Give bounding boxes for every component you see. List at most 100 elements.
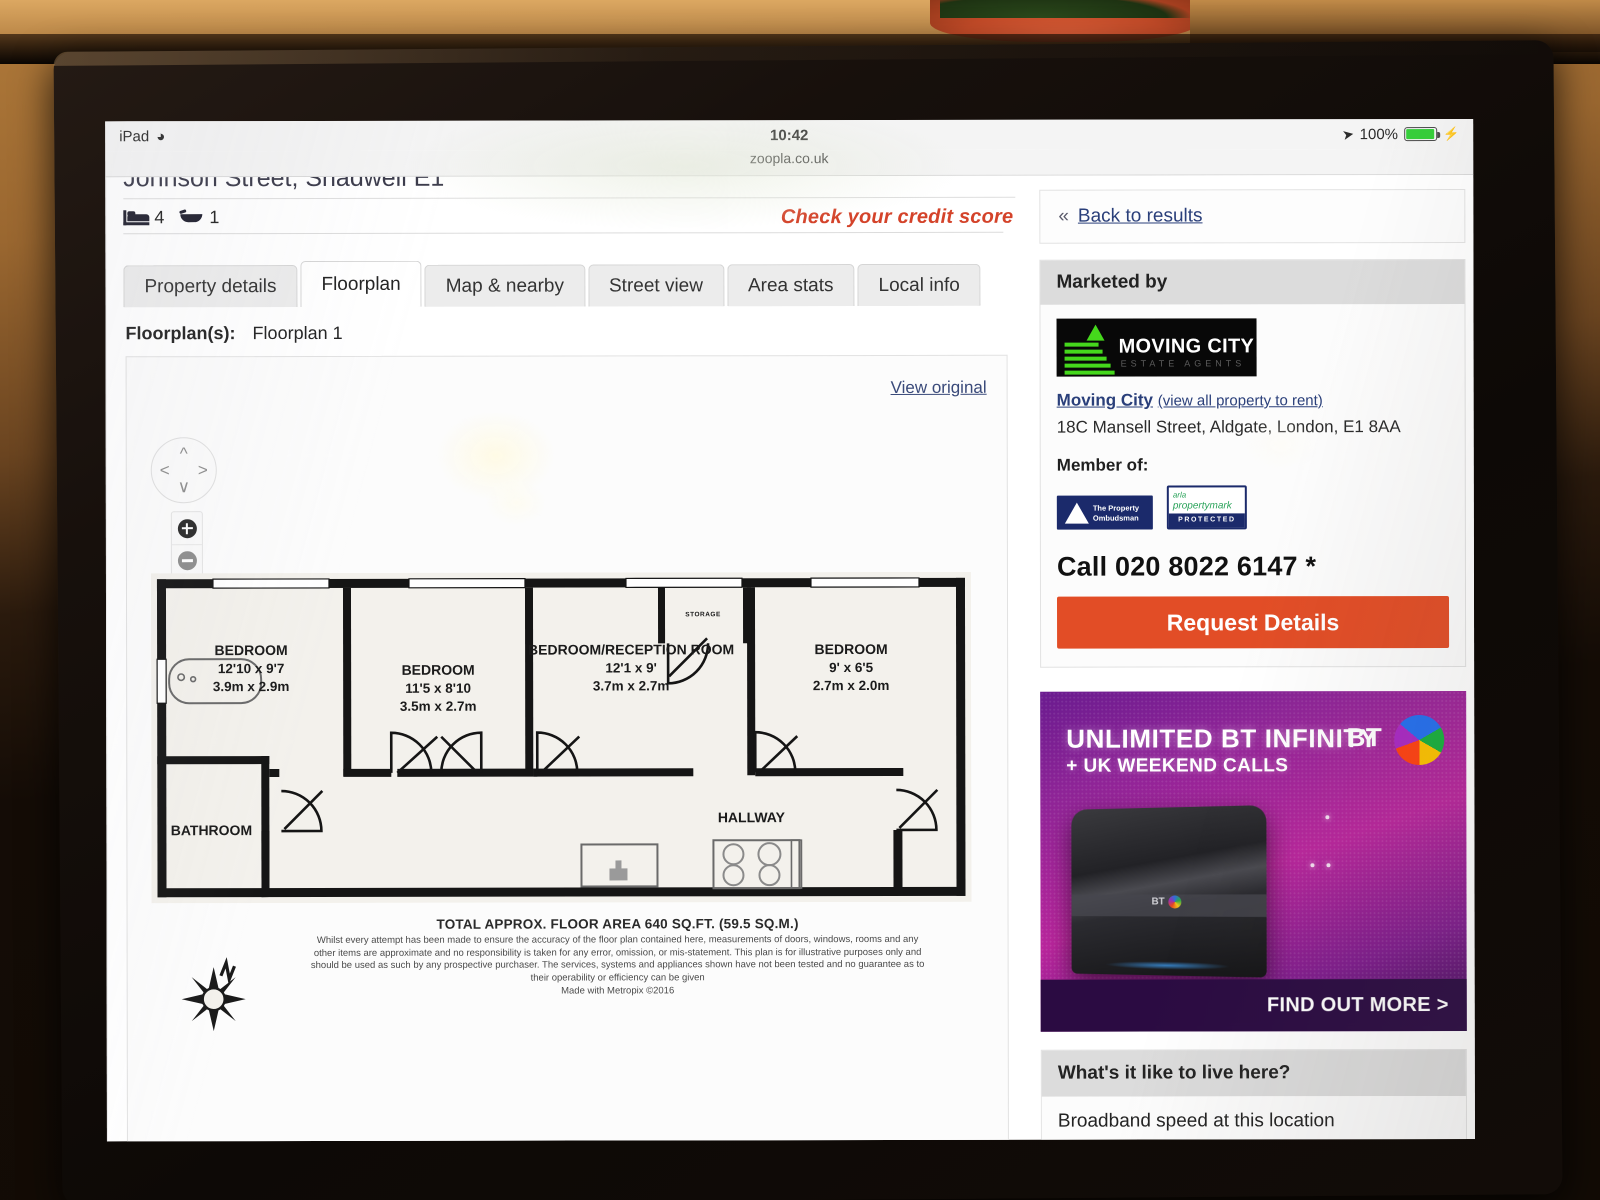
agent-phone-number[interactable]: Call 020 8022 6147 * [1057, 551, 1449, 583]
ad-subheadline: + UK WEEKEND CALLS [1066, 755, 1289, 777]
svg-text:BEDROOM: BEDROOM [402, 662, 475, 678]
bathroom-stat: 1 [178, 207, 219, 228]
floorplan-selector-row: Floorplan(s): Floorplan 1 [126, 322, 1026, 345]
bt-wordmark: BT [1346, 722, 1383, 753]
svg-text:BEDROOM: BEDROOM [815, 641, 888, 657]
svg-text:BEDROOM: BEDROOM [215, 642, 288, 658]
browser-url-bar[interactable]: zoopla.co.uk [105, 148, 1474, 178]
broadband-speed-link[interactable]: Broadband speed at this location [1041, 1095, 1466, 1142]
svg-text:12'1 x 9': 12'1 x 9' [605, 660, 656, 675]
property-header: Johnson Street, Shadwell E1 4 1 Check yo… [105, 176, 1025, 252]
zoom-out-button[interactable] [171, 544, 202, 577]
marketed-by-card: Marketed by MOVING CITY ESTATE AGENTS Mo… [1039, 258, 1467, 668]
bt-router-image: BT [1071, 805, 1267, 978]
ad-sparkle [1325, 815, 1330, 820]
chevron-left-icon[interactable]: < [160, 461, 170, 480]
zoom-in-icon [177, 518, 197, 538]
ipad-screen: iPad ◕ 10:42 ➤ 100% ⚡ zoopla.co.uk Johns… [105, 118, 1475, 1142]
agent-name-row: Moving City (view all property to rent) [1057, 390, 1449, 411]
zoopla-page: Johnson Street, Shadwell E1 4 1 Check yo… [105, 174, 1475, 1142]
battery-icon [1403, 127, 1441, 142]
floorplan-drawing: BEDROOM 12'10 x 9'7 3.9m x 2.9m BEDROOM … [150, 571, 972, 904]
main-column: Johnson Street, Shadwell E1 4 1 Check yo… [105, 176, 1027, 1142]
zoom-in-button[interactable] [172, 512, 202, 544]
ios-status-bar: iPad ◕ 10:42 ➤ 100% ⚡ [105, 118, 1474, 152]
svg-text:3.5m x 2.7m: 3.5m x 2.7m [400, 699, 477, 714]
arla-line3: PROTECTED [1168, 513, 1245, 528]
agent-name-link[interactable]: Moving City [1057, 391, 1153, 410]
svg-text:STORAGE: STORAGE [685, 611, 721, 618]
arla-propertymark-badge: arla propertymark PROTECTED [1166, 485, 1247, 530]
agent-address: 18C Mansell Street, Aldgate, London, E1 … [1056, 417, 1401, 437]
section-tabs: Property details Floorplan Map & nearby … [123, 258, 1025, 308]
svg-text:11'5 x 8'10: 11'5 x 8'10 [405, 681, 471, 696]
background-plant-leaves [940, 0, 1190, 18]
request-details-button[interactable]: Request Details [1056, 595, 1450, 649]
zoom-controls[interactable] [170, 511, 203, 578]
tab-street-view[interactable]: Street view [587, 264, 725, 307]
membership-badges: The Property Ombudsman arla propertymark… [1056, 485, 1449, 530]
floorplan-disclaimer: Whilst every attempt has been made to en… [310, 933, 925, 984]
svg-text:3.9m x 2.9m: 3.9m x 2.9m [213, 679, 290, 694]
ad-headline: UNLIMITED BT INFINITY [1066, 723, 1378, 754]
battery-percent-label: 100% [1359, 125, 1399, 143]
svg-text:3.7m x 2.7m: 3.7m x 2.7m [593, 678, 670, 693]
member-of-label: Member of: [1056, 455, 1149, 475]
floorplan-total-area: TOTAL APPROX. FLOOR AREA 640 SQ.FT. (59.… [436, 916, 799, 932]
ad-sparkle [1326, 863, 1331, 868]
arla-line2: propertymark [1172, 500, 1232, 512]
marketed-by-body: MOVING CITY ESTATE AGENTS Moving City (v… [1040, 304, 1465, 667]
svg-text:HALLWAY: HALLWAY [718, 809, 786, 825]
page-title: Johnson Street, Shadwell E1 [123, 175, 445, 193]
ombudsman-line2: Ombudsman [1092, 513, 1139, 523]
chevron-right-icon[interactable]: > [198, 461, 208, 480]
ad-sparkle [1310, 863, 1315, 868]
agent-logo-subtext: ESTATE AGENTS [1120, 358, 1246, 369]
credit-score-promo-link[interactable]: Check your credit score [781, 206, 1014, 229]
sidebar: « Back to results Marketed by MOVING CIT… [1025, 175, 1475, 1142]
bath-icon [178, 209, 204, 225]
view-original-link[interactable]: View original [891, 378, 987, 398]
floorplan-viewer[interactable]: View original ^ ∨ < > BEDROOM 12'10 x 9'… [125, 354, 1009, 1142]
floorplan-selector-value[interactable]: Floorplan 1 [253, 323, 343, 343]
chevron-up-icon[interactable]: ^ [180, 444, 188, 463]
tab-local-info[interactable]: Local info [857, 263, 981, 307]
floorplan-selector-label: Floorplan(s): [125, 323, 236, 344]
property-stats: 4 1 [123, 207, 219, 228]
svg-text:9' x 6'5: 9' x 6'5 [829, 660, 873, 675]
tab-floorplan[interactable]: Floorplan [300, 260, 422, 307]
header-divider [123, 196, 1016, 200]
agent-logo-text: MOVING CITY [1118, 335, 1255, 358]
tab-property-details[interactable]: Property details [123, 265, 298, 308]
status-bar-clock: 10:42 [769, 126, 809, 144]
ad-cta-link[interactable]: FIND OUT MORE > [1267, 994, 1449, 1017]
the-property-ombudsman-badge: The Property Ombudsman [1056, 495, 1153, 530]
tab-map-nearby[interactable]: Map & nearby [424, 264, 586, 307]
svg-text:2.7m x 2.0m: 2.7m x 2.0m [813, 678, 890, 693]
bedroom-stat: 4 [123, 207, 164, 228]
double-chevron-left-icon: « [1058, 205, 1069, 227]
live-here-card: What's it like to live here? Broadband s… [1040, 1048, 1467, 1142]
status-bar-right: ➤ 100% ⚡ [1340, 124, 1460, 143]
svg-text:12'10 x 9'7: 12'10 x 9'7 [218, 661, 285, 676]
agent-logo-bars [1064, 324, 1115, 376]
zoom-out-icon [177, 551, 197, 571]
bathroom-count: 1 [209, 207, 220, 228]
arla-line1: arla [1172, 490, 1187, 500]
floorplan-made-with: Made with Metropix ©2016 [561, 985, 675, 997]
bt-advertisement-banner[interactable]: UNLIMITED BT INFINITY + UK WEEKEND CALLS… [1040, 690, 1467, 1032]
back-to-results-box[interactable]: « Back to results [1039, 188, 1466, 244]
tab-area-stats[interactable]: Area stats [726, 264, 855, 307]
floorplan-caption: TOTAL APPROX. FLOOR AREA 640 SQ.FT. (59.… [308, 916, 928, 997]
agent-view-all-link[interactable]: (view all property to rent) [1158, 392, 1323, 409]
chevron-down-icon[interactable]: ∨ [178, 477, 190, 496]
location-arrow-icon: ➤ [1340, 124, 1355, 143]
bedroom-count: 4 [154, 207, 165, 228]
lightning-bolt-icon: ⚡ [1442, 125, 1460, 142]
bed-icon [123, 210, 150, 225]
url-text: zoopla.co.uk [749, 150, 829, 167]
svg-text:BEDROOM/RECEPTION ROOM: BEDROOM/RECEPTION ROOM [528, 641, 734, 657]
live-here-heading: What's it like to live here? [1041, 1049, 1466, 1097]
pan-control-pad[interactable]: ^ ∨ < > [150, 437, 217, 504]
back-to-results-link[interactable]: Back to results [1078, 205, 1203, 227]
